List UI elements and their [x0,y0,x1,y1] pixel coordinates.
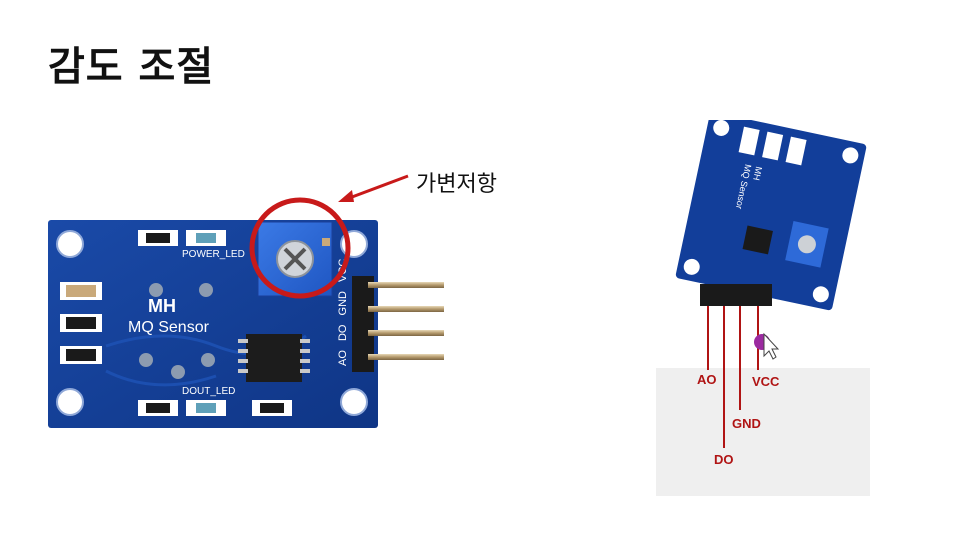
slide-title: 감도 조절 [48,44,215,90]
pin-label-vcc: VCC [752,374,780,389]
pin-label-gnd: GND [732,416,761,431]
mounting-hole [340,388,368,416]
mounting-hole [56,388,84,416]
ic-chip [246,334,302,382]
header-pin-do-label: DO [337,324,349,341]
highlight-circle [249,197,351,299]
cursor-icon [763,332,780,360]
pin-label-do: DO [714,452,734,467]
pin-label-ao: AO [697,372,717,387]
pinout-photo: MH MQ Sensor AO DO GND VCC [656,112,870,496]
mounting-hole [56,230,84,258]
callout-label: 가변저항 [416,172,497,197]
power-led-label: POWER_LED [182,249,245,260]
dout-led-label: DOUT_LED [182,386,235,397]
board-brand-label: MH [148,296,176,316]
header-pin-ao-label: AO [337,350,349,366]
board-model-label: MQ Sensor [128,319,210,336]
